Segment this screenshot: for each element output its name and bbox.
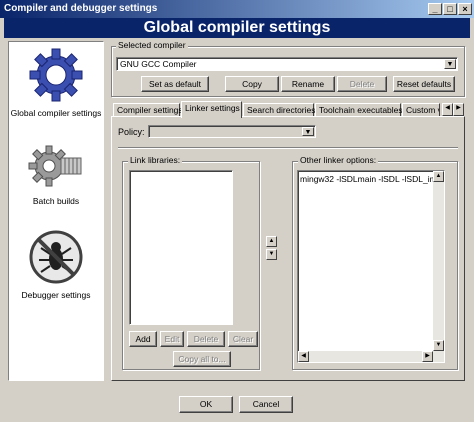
- tab-toolchain-executables[interactable]: Toolchain executables: [315, 103, 403, 117]
- window-titlebar: Compiler and debugger settings _ □ ×: [0, 0, 474, 18]
- gear-icon: [29, 48, 83, 102]
- sidebar-item-batch-builds[interactable]: Batch builds: [9, 142, 103, 206]
- sidebar-item-global-compiler[interactable]: Global compiler settings: [9, 46, 103, 118]
- batch-gear-icon: [28, 145, 82, 187]
- tab-compiler-settings[interactable]: Compiler settings: [113, 103, 183, 117]
- chevron-down-icon: ▼: [444, 59, 456, 69]
- window-title: Compiler and debugger settings: [4, 3, 158, 14]
- selected-compiler-label: Selected compiler: [116, 40, 188, 50]
- other-linker-options-text: mingw32 -lSDLmain -lSDL -lSDL_image: [300, 174, 445, 184]
- copy-compiler-button[interactable]: Copy: [225, 76, 279, 92]
- copy-all-to-button[interactable]: Copy all to...: [173, 351, 231, 367]
- move-down-button[interactable]: ▼: [266, 249, 277, 260]
- compiler-select-value: GNU GCC Compiler: [120, 59, 197, 69]
- link-libraries-label: Link libraries:: [128, 155, 183, 165]
- sidebar-item-label: Global compiler settings: [10, 108, 102, 118]
- move-up-button[interactable]: ▲: [266, 236, 277, 247]
- sidebar-item-label: Batch builds: [32, 196, 80, 206]
- delete-library-button[interactable]: Delete: [187, 331, 225, 347]
- tab-custom-variables[interactable]: Custom vi: [402, 103, 440, 117]
- policy-label: Policy:: [118, 127, 145, 137]
- reset-defaults-button[interactable]: Reset defaults: [393, 76, 455, 92]
- chevron-down-icon: ▼: [302, 127, 314, 136]
- scroll-right-button[interactable]: ▶: [422, 351, 433, 362]
- scroll-down-button[interactable]: ▼: [433, 340, 444, 351]
- page-title: Global compiler settings: [4, 18, 470, 38]
- ok-button[interactable]: OK: [179, 396, 233, 413]
- link-libraries-list[interactable]: [129, 170, 233, 325]
- set-as-default-button[interactable]: Set as default: [141, 76, 209, 92]
- cancel-button[interactable]: Cancel: [239, 396, 293, 413]
- scroll-left-button[interactable]: ◀: [298, 351, 309, 362]
- sidebar: Global compiler settings Batch builds De…: [8, 41, 104, 381]
- other-linker-options-textarea[interactable]: mingw32 -lSDLmain -lSDL -lSDL_image ▲ ▼ …: [297, 170, 445, 363]
- compiler-select[interactable]: GNU GCC Compiler ▼: [116, 57, 458, 71]
- minimize-button[interactable]: _: [428, 3, 442, 15]
- tab-search-directories[interactable]: Search directories: [243, 103, 316, 117]
- policy-select[interactable]: ▼: [148, 125, 316, 138]
- divider: [118, 147, 458, 148]
- sidebar-item-debugger[interactable]: Debugger settings: [9, 228, 103, 300]
- debugger-bug-icon: [29, 230, 83, 284]
- scroll-up-button[interactable]: ▲: [433, 171, 444, 182]
- other-linker-options-label: Other linker options:: [298, 155, 379, 165]
- vertical-scrollbar[interactable]: [433, 171, 444, 351]
- edit-library-button[interactable]: Edit: [160, 331, 184, 347]
- rename-compiler-button[interactable]: Rename: [281, 76, 335, 92]
- tab-linker-settings[interactable]: Linker settings: [181, 101, 242, 118]
- tab-scroll-right-button[interactable]: ▶: [453, 103, 464, 116]
- clear-libraries-button[interactable]: Clear: [228, 331, 258, 347]
- tab-scroll-left-button[interactable]: ◀: [442, 103, 453, 116]
- close-button[interactable]: ×: [458, 3, 472, 15]
- sidebar-item-label: Debugger settings: [21, 290, 91, 300]
- delete-compiler-button[interactable]: Delete: [337, 76, 387, 92]
- maximize-button[interactable]: □: [443, 3, 457, 15]
- add-library-button[interactable]: Add: [129, 331, 157, 347]
